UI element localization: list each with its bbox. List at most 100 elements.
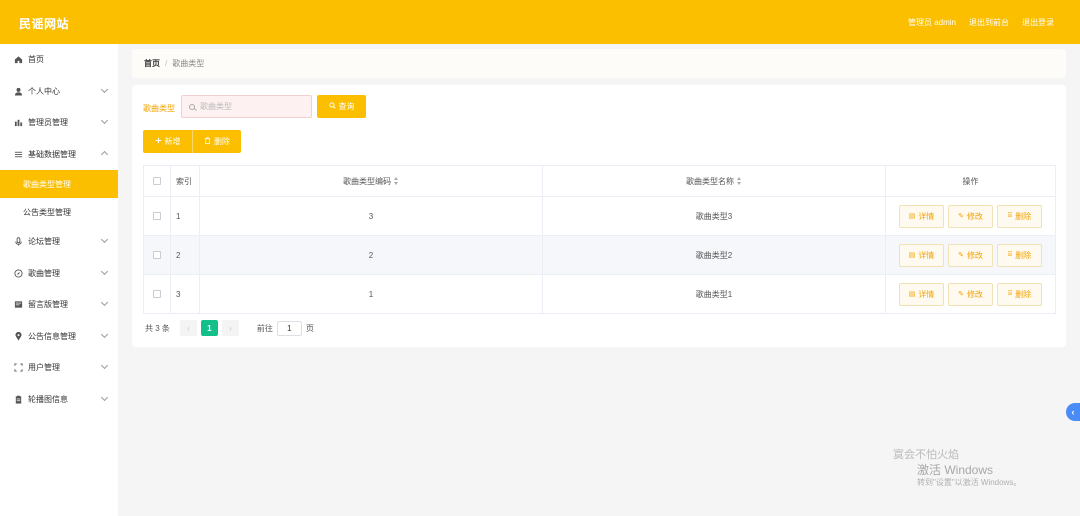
- delete-button[interactable]: ⌸ 删除: [997, 204, 1042, 228]
- add-button[interactable]: 新增: [143, 130, 192, 153]
- search-input-wrapper[interactable]: [181, 95, 312, 118]
- sort-icon: [394, 177, 399, 186]
- row-checkbox[interactable]: [153, 290, 161, 299]
- sidebar: 首页 个人中心 管理员管理 基础数据管理 歌曲类型管理 公告类型管理 论坛管理 …: [0, 44, 118, 516]
- chevron-down-icon: [100, 235, 109, 244]
- sidebar-item-label: 基础数据管理: [28, 149, 76, 159]
- edit-icon: ✎: [958, 291, 964, 298]
- sidebar-item-home[interactable]: 首页: [0, 44, 118, 76]
- select-all-checkbox[interactable]: [153, 177, 161, 186]
- pagination-total: 共 3 条: [145, 323, 170, 333]
- select-all-cell: [143, 165, 171, 197]
- user-icon: [13, 86, 23, 96]
- edit-button-label: 修改: [966, 289, 983, 299]
- chevron-down-icon: [100, 85, 109, 93]
- chevron-down-icon: [100, 330, 109, 338]
- sidebar-item-label: 歌曲管理: [28, 268, 60, 278]
- sidebar-subitem-notice-type[interactable]: 公告类型管理: [0, 198, 118, 226]
- row-select-cell: [143, 196, 171, 236]
- search-icon: [189, 103, 195, 110]
- batch-delete-button[interactable]: 删除: [192, 130, 241, 153]
- watermark-line-2: 激活 Windows: [917, 462, 994, 477]
- table-row: 3 1 歌曲类型1 ▤ 详情 ✎ 修改 ⌸ 删除: [143, 274, 1056, 314]
- logout-link[interactable]: 退出登录: [1022, 17, 1054, 28]
- row-index: 3: [170, 274, 200, 314]
- sidebar-item-personal-center[interactable]: 个人中心: [0, 76, 118, 108]
- column-header-name[interactable]: 歌曲类型名称: [542, 165, 886, 197]
- sidebar-subitem-song-type[interactable]: 歌曲类型管理: [0, 170, 118, 198]
- song-type-table: 索引 歌曲类型编码 歌曲类型名称 操作 1 3 歌曲类型3 ▤ 详情 ✎ 修改 ⌸ 删…: [143, 165, 1056, 314]
- column-header-name-label: 歌曲类型名称: [686, 176, 734, 186]
- trash-icon: [204, 137, 211, 146]
- breadcrumb: 首页 / 歌曲类型: [132, 49, 1066, 78]
- collapse-toggle-button[interactable]: ‹: [1066, 403, 1080, 421]
- compass-icon: [13, 268, 23, 278]
- row-code: 3: [199, 196, 543, 236]
- edit-button[interactable]: ✎ 修改: [948, 243, 993, 267]
- sidebar-item-label: 用户管理: [28, 363, 60, 373]
- row-name: 歌曲类型3: [542, 196, 886, 236]
- delete-button[interactable]: ⌸ 删除: [997, 282, 1042, 306]
- frame-icon: [13, 363, 23, 373]
- sidebar-item-label: 管理员管理: [28, 118, 68, 128]
- batch-delete-button-label: 删除: [214, 137, 230, 146]
- table-row: 1 3 歌曲类型3 ▤ 详情 ✎ 修改 ⌸ 删除: [143, 196, 1056, 236]
- sidebar-item-carousel[interactable]: 轮播图信息: [0, 384, 118, 416]
- watermark-line-1: 寞会不怕火焰: [893, 449, 959, 461]
- list-icon: [13, 149, 23, 159]
- sidebar-item-users[interactable]: 用户管理: [0, 352, 118, 384]
- prev-page-button[interactable]: ‹: [179, 320, 197, 336]
- edit-button[interactable]: ✎ 修改: [948, 204, 993, 228]
- search-input[interactable]: [200, 102, 300, 111]
- goto-page-input[interactable]: [276, 320, 302, 336]
- detail-button[interactable]: ▤ 详情: [899, 282, 944, 306]
- admin-user-label[interactable]: 管理员 admin: [908, 17, 956, 28]
- detail-button[interactable]: ▤ 详情: [899, 204, 944, 228]
- detail-button-label: 详情: [918, 211, 935, 221]
- row-ops: ▤ 详情 ✎ 修改 ⌸ 删除: [885, 235, 1056, 275]
- edit-button[interactable]: ✎ 修改: [948, 282, 993, 306]
- search-icon: [328, 102, 336, 111]
- sidebar-item-admin-management[interactable]: 管理员管理: [0, 107, 118, 139]
- clipboard-icon: [13, 394, 23, 404]
- row-index: 1: [170, 196, 200, 236]
- sidebar-item-forum[interactable]: 论坛管理: [0, 226, 118, 258]
- row-ops: ▤ 详情 ✎ 修改 ⌸ 删除: [885, 274, 1056, 314]
- next-page-button[interactable]: ›: [221, 320, 239, 336]
- sort-icon: [737, 177, 742, 186]
- sidebar-item-label: 论坛管理: [28, 237, 60, 247]
- detail-button-label: 详情: [918, 250, 935, 260]
- row-checkbox[interactable]: [153, 251, 161, 260]
- sidebar-item-label: 公告信息管理: [28, 331, 76, 341]
- breadcrumb-separator: /: [165, 59, 168, 68]
- row-ops: ▤ 详情 ✎ 修改 ⌸ 删除: [885, 196, 1056, 236]
- query-button[interactable]: 查询: [317, 95, 366, 118]
- trash-icon: ⌸: [1007, 251, 1013, 258]
- top-bar: 民谣网站 管理员 admin 退出到前台 退出登录: [0, 0, 1080, 44]
- sidebar-item-songs[interactable]: 歌曲管理: [0, 258, 118, 290]
- go-front-link[interactable]: 退出到前台: [969, 17, 1009, 28]
- column-header-code[interactable]: 歌曲类型编码: [199, 165, 543, 197]
- page-number[interactable]: 1: [200, 320, 218, 336]
- detail-button[interactable]: ▤ 详情: [899, 243, 944, 267]
- trash-icon: ⌸: [1007, 212, 1013, 219]
- table-row: 2 2 歌曲类型2 ▤ 详情 ✎ 修改 ⌸ 删除: [143, 235, 1056, 275]
- row-select-cell: [143, 274, 171, 314]
- sidebar-item-message-board[interactable]: 留言版管理: [0, 289, 118, 321]
- goto-label: 前往: [256, 323, 273, 333]
- add-button-label: 新增: [164, 137, 181, 146]
- sidebar-item-notice-info[interactable]: 公告信息管理: [0, 321, 118, 353]
- row-checkbox[interactable]: [153, 212, 161, 221]
- admin-icon: [13, 118, 23, 128]
- sidebar-item-basic-data[interactable]: 基础数据管理: [0, 139, 118, 171]
- edit-button-label: 修改: [966, 250, 983, 260]
- breadcrumb-home[interactable]: 首页: [144, 58, 160, 69]
- column-header-ops: 操作: [885, 165, 1056, 197]
- delete-button[interactable]: ⌸ 删除: [997, 243, 1042, 267]
- watermark-line-3: 转到"设置"以激活 Windows。: [917, 477, 1022, 487]
- column-header-index: 索引: [170, 165, 200, 197]
- trash-icon: ⌸: [1007, 290, 1013, 297]
- chevron-down-icon: [100, 361, 109, 370]
- edit-button-label: 修改: [966, 211, 983, 221]
- sidebar-item-label: 轮播图信息: [28, 394, 68, 404]
